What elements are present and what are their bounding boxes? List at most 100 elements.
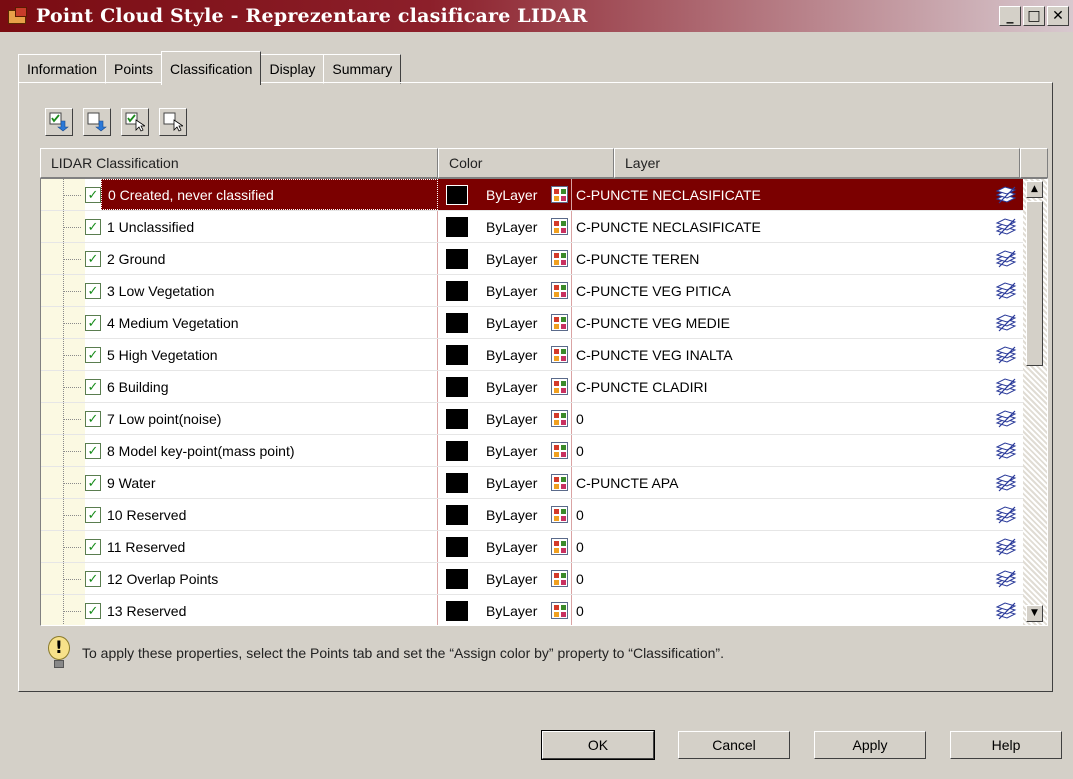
color-cell[interactable]: ByLayer: [438, 243, 572, 274]
vertical-scrollbar[interactable]: ▲ ▼: [1023, 179, 1047, 625]
color-cell[interactable]: ByLayer: [438, 211, 572, 242]
color-cell[interactable]: ByLayer: [438, 339, 572, 370]
layer-cell[interactable]: C-PUNCTE VEG PITICA: [572, 275, 1023, 306]
classification-name[interactable]: 2 Ground: [101, 243, 438, 274]
header-layer[interactable]: Layer: [614, 148, 1020, 178]
color-cell[interactable]: ByLayer: [438, 595, 572, 625]
layer-picker-icon[interactable]: [995, 217, 1017, 237]
table-row[interactable]: ✓ 6 Building ByLayer C-PUNCTE CLADIRI: [41, 371, 1023, 403]
row-checkbox[interactable]: ✓: [85, 507, 101, 523]
table-row[interactable]: ✓ 5 High Vegetation ByLayer C-PUNCTE VEG IN…: [41, 339, 1023, 371]
cancel-button[interactable]: Cancel: [678, 731, 790, 759]
layer-picker-icon[interactable]: [995, 537, 1017, 557]
color-picker-icon[interactable]: [551, 314, 568, 331]
row-checkbox[interactable]: ✓: [85, 347, 101, 363]
uncheck-all-down-icon[interactable]: [83, 108, 111, 136]
classification-name[interactable]: 12 Overlap Points: [101, 563, 438, 594]
row-checkbox[interactable]: ✓: [85, 443, 101, 459]
table-row[interactable]: ✓ 11 Reserved ByLayer 0: [41, 531, 1023, 563]
header-classification[interactable]: LIDAR Classification: [40, 148, 438, 178]
color-cell[interactable]: ByLayer: [438, 371, 572, 402]
layer-cell[interactable]: C-PUNCTE NECLASIFICATE: [572, 211, 1023, 242]
minimize-button[interactable]: _: [999, 6, 1021, 26]
close-button[interactable]: ✕: [1047, 6, 1069, 26]
layer-cell[interactable]: C-PUNCTE APA: [572, 467, 1023, 498]
tab-information[interactable]: Information: [18, 54, 107, 84]
classification-name[interactable]: 5 High Vegetation: [101, 339, 438, 370]
row-checkbox[interactable]: ✓: [85, 379, 101, 395]
classification-name[interactable]: 11 Reserved: [101, 531, 438, 562]
color-picker-icon[interactable]: [551, 250, 568, 267]
scroll-thumb[interactable]: [1026, 201, 1043, 366]
layer-picker-icon[interactable]: [995, 505, 1017, 525]
classification-name[interactable]: 7 Low point(noise): [101, 403, 438, 434]
layer-cell[interactable]: 0: [572, 595, 1023, 625]
color-cell[interactable]: ByLayer: [438, 403, 572, 434]
row-checkbox[interactable]: ✓: [85, 411, 101, 427]
color-picker-icon[interactable]: [551, 506, 568, 523]
layer-cell[interactable]: 0: [572, 435, 1023, 466]
row-checkbox[interactable]: ✓: [85, 315, 101, 331]
tab-summary[interactable]: Summary: [323, 54, 402, 84]
table-row[interactable]: ✓ 0 Created, never classified ByLayer C-PUN…: [41, 179, 1023, 211]
color-picker-icon[interactable]: [551, 282, 568, 299]
ok-button[interactable]: OK: [541, 730, 655, 760]
color-cell[interactable]: ByLayer: [438, 275, 572, 306]
apply-button[interactable]: Apply: [814, 731, 926, 759]
classification-name[interactable]: 1 Unclassified: [101, 211, 438, 242]
layer-cell[interactable]: 0: [572, 499, 1023, 530]
scroll-up-arrow-icon[interactable]: ▲: [1026, 181, 1043, 198]
layer-cell[interactable]: C-PUNCTE TEREN: [572, 243, 1023, 274]
color-cell[interactable]: ByLayer: [438, 435, 572, 466]
layer-picker-icon[interactable]: [995, 249, 1017, 269]
color-picker-icon[interactable]: [551, 602, 568, 619]
color-picker-icon[interactable]: [551, 346, 568, 363]
maximize-button[interactable]: □: [1023, 6, 1045, 26]
layer-cell[interactable]: C-PUNCTE NECLASIFICATE: [572, 179, 1023, 210]
layer-picker-icon[interactable]: [995, 281, 1017, 301]
tab-display[interactable]: Display: [260, 54, 325, 84]
classification-name[interactable]: 4 Medium Vegetation: [101, 307, 438, 338]
table-row[interactable]: ✓ 12 Overlap Points ByLayer 0: [41, 563, 1023, 595]
layer-cell[interactable]: C-PUNCTE CLADIRI: [572, 371, 1023, 402]
color-picker-icon[interactable]: [551, 474, 568, 491]
layer-cell[interactable]: 0: [572, 563, 1023, 594]
layer-picker-icon[interactable]: [995, 409, 1017, 429]
uncheck-selected-icon[interactable]: [159, 108, 187, 136]
layer-picker-icon[interactable]: [995, 569, 1017, 589]
color-cell[interactable]: ByLayer: [438, 563, 572, 594]
layer-cell[interactable]: C-PUNCTE VEG INALTA: [572, 339, 1023, 370]
layer-picker-icon[interactable]: [995, 185, 1017, 205]
color-picker-icon[interactable]: [551, 378, 568, 395]
color-picker-icon[interactable]: [551, 538, 568, 555]
row-checkbox[interactable]: ✓: [85, 539, 101, 555]
table-row[interactable]: ✓ 1 Unclassified ByLayer C-PUNCTE NECLASIFI…: [41, 211, 1023, 243]
table-row[interactable]: ✓ 10 Reserved ByLayer 0: [41, 499, 1023, 531]
table-row[interactable]: ✓ 13 Reserved ByLayer 0: [41, 595, 1023, 625]
classification-name[interactable]: 6 Building: [101, 371, 438, 402]
table-row[interactable]: ✓ 8 Model key-point(mass point) ByLayer 0: [41, 435, 1023, 467]
row-checkbox[interactable]: ✓: [85, 475, 101, 491]
classification-name[interactable]: 8 Model key-point(mass point): [101, 435, 438, 466]
color-picker-icon[interactable]: [551, 186, 568, 203]
row-checkbox[interactable]: ✓: [85, 219, 101, 235]
row-checkbox[interactable]: ✓: [85, 187, 101, 203]
color-cell[interactable]: ByLayer: [438, 467, 572, 498]
row-checkbox[interactable]: ✓: [85, 251, 101, 267]
color-picker-icon[interactable]: [551, 442, 568, 459]
color-cell[interactable]: ByLayer: [438, 307, 572, 338]
color-picker-icon[interactable]: [551, 410, 568, 427]
color-cell[interactable]: ByLayer: [438, 179, 572, 210]
table-row[interactable]: ✓ 4 Medium Vegetation ByLayer C-PUNCTE VEG …: [41, 307, 1023, 339]
layer-picker-icon[interactable]: [995, 473, 1017, 493]
help-button[interactable]: Help: [950, 731, 1062, 759]
classification-name[interactable]: 10 Reserved: [101, 499, 438, 530]
layer-cell[interactable]: 0: [572, 531, 1023, 562]
color-cell[interactable]: ByLayer: [438, 499, 572, 530]
check-all-down-icon[interactable]: [45, 108, 73, 136]
table-row[interactable]: ✓ 9 Water ByLayer C-PUNCTE APA: [41, 467, 1023, 499]
table-row[interactable]: ✓ 2 Ground ByLayer C-PUNCTE TEREN: [41, 243, 1023, 275]
classification-name[interactable]: 3 Low Vegetation: [101, 275, 438, 306]
classification-name[interactable]: 9 Water: [101, 467, 438, 498]
row-checkbox[interactable]: ✓: [85, 571, 101, 587]
